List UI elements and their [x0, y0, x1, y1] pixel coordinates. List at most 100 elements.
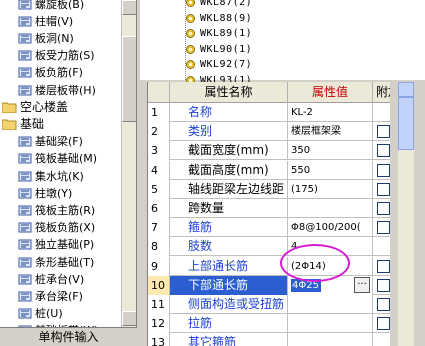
tree-item-label: 柱墩(Y)	[35, 186, 73, 200]
row-number: 6	[148, 199, 170, 218]
column-cap-icon	[18, 15, 32, 28]
member-list-item[interactable]: WKL92(7)	[185, 57, 252, 72]
scroll-down-arrow-icon[interactable]	[122, 311, 136, 326]
property-value[interactable]	[288, 199, 373, 218]
grid-row[interactable]: 7 箍筋 Φ8@100/200(	[148, 218, 390, 238]
value-editor[interactable]: 4Φ25	[291, 278, 321, 292]
row-number: 9	[148, 256, 170, 276]
tree-item-label: 板负筋(F)	[35, 66, 83, 80]
property-value[interactable]: 350	[288, 141, 373, 161]
tree-item-label: 筏板主筋(R)	[35, 203, 96, 217]
extra-checkbox[interactable]	[377, 163, 390, 177]
tree-item-label: 集水坑(K)	[35, 169, 84, 183]
tree-item[interactable]: 柱墩(Y)	[18, 184, 72, 202]
extra-checkbox[interactable]	[377, 202, 390, 215]
value-editor-text: 4Φ25	[292, 279, 319, 291]
tree-item[interactable]: 板受力筋(S)	[18, 47, 95, 65]
grid-row[interactable]: 11 侧面构造或受扭筋	[148, 295, 390, 314]
grid-row[interactable]: 8 肢数 4	[148, 237, 390, 257]
tree-item-label: 基础	[20, 116, 45, 131]
member-list-item[interactable]: WKL88(9)	[185, 11, 252, 26]
property-name: 肢数	[170, 237, 288, 257]
tree-item[interactable]: 板洞(N)	[18, 29, 74, 47]
property-value[interactable]: 550	[288, 160, 373, 180]
property-value[interactable]: (2Φ14)	[288, 256, 373, 276]
grid-row[interactable]: 13 其它箍筋	[148, 333, 390, 346]
grid-scroll-up-icon[interactable]	[398, 82, 414, 97]
tree-item[interactable]: 楼层板带(H)	[18, 81, 96, 99]
member-list-item[interactable]: WKL90(1)	[185, 42, 252, 57]
grid-scrollbar[interactable]	[398, 82, 414, 346]
single-member-input-tab[interactable]: 单构件输入	[0, 327, 137, 346]
tree-item[interactable]: 条形基础(T)	[18, 253, 94, 271]
property-name: 轴线距梁左边线距	[170, 179, 288, 199]
row-number: 3	[148, 141, 170, 161]
grid-row[interactable]: 1 名称 KL-2	[148, 103, 390, 122]
property-value[interactable]: 4	[288, 237, 373, 257]
grid-row[interactable]: 6 跨数量	[148, 199, 390, 218]
property-value[interactable]	[288, 333, 373, 346]
property-value[interactable]: Φ8@100/200(	[288, 218, 373, 238]
tree-item[interactable]: 集水坑(K)	[18, 167, 84, 185]
tree-item[interactable]: 筏板主筋(R)	[18, 201, 95, 219]
property-value[interactable]: 楼层框架梁	[288, 122, 373, 142]
property-value[interactable]	[288, 295, 373, 314]
tree-item-label: 空心楼盖	[20, 99, 69, 114]
extra-checkbox[interactable]	[377, 144, 390, 158]
member-list-item[interactable]: WKL87(2)	[185, 0, 252, 10]
tree-item[interactable]: 桩(U)	[18, 305, 63, 323]
tree-scrollbar[interactable]	[121, 0, 136, 327]
extra-checkbox[interactable]	[377, 278, 390, 292]
grid-scroll-thumb[interactable]	[398, 97, 414, 150]
property-value[interactable]: (175)	[288, 179, 373, 199]
extra-checkbox[interactable]	[377, 259, 390, 273]
property-value[interactable]: KL-2	[288, 103, 373, 122]
extra-checkbox[interactable]	[377, 125, 390, 139]
tree-item[interactable]: 桩承台(V)	[18, 270, 84, 288]
tree-item[interactable]: 螺旋板(B)	[18, 0, 84, 13]
grid-row[interactable]: 2 类别 楼层框架梁	[148, 122, 390, 142]
row-number: 7	[148, 218, 170, 238]
grid-row[interactable]: 3 截面宽度(mm) 350	[148, 141, 390, 161]
tree-item[interactable]: 筏板基础(M)	[18, 150, 97, 168]
property-name: 截面宽度(mm)	[170, 141, 288, 161]
tree-scroll-thumb[interactable]	[122, 36, 136, 122]
gear-icon	[185, 44, 196, 55]
tree-item[interactable]: 空心楼盖	[2, 98, 68, 116]
grid-row[interactable]: 10 下部通长筋 4Φ25 ···	[148, 275, 390, 295]
ellipsis-button[interactable]: ···	[354, 276, 370, 293]
grid-row[interactable]: 12 拉筋	[148, 314, 390, 334]
tree-item-label: 独立基础(P)	[35, 238, 95, 252]
raft-icon	[18, 152, 32, 165]
scroll-up-arrow-icon[interactable]	[122, 0, 136, 15]
member-name: WKL88(9)	[200, 12, 253, 24]
pile-icon	[18, 307, 32, 320]
tree-item-label: 筏板负筋(X)	[35, 221, 96, 235]
row-number: 4	[148, 160, 170, 180]
gear-icon	[185, 59, 196, 70]
extra-checkbox[interactable]	[377, 221, 390, 235]
row-number: 1	[148, 103, 170, 122]
property-grid: 属性名称 属性值 附加 1名称KL-22类别楼层框架梁3截面宽度(mm)3504…	[147, 82, 390, 346]
tree-item[interactable]: 基础梁(F)	[18, 133, 83, 151]
extra-cell	[373, 237, 390, 256]
extra-checkbox[interactable]	[377, 298, 390, 311]
property-name: 其它箍筋	[170, 333, 288, 346]
grid-row[interactable]: 9 上部通长筋 (2Φ14)	[148, 256, 390, 276]
member-list-item[interactable]: WKL89(1)	[185, 26, 252, 41]
extra-checkbox[interactable]	[377, 317, 390, 331]
grid-row[interactable]: 4 截面高度(mm) 550	[148, 160, 390, 180]
tree-item[interactable]: 筏板负筋(X)	[18, 219, 95, 237]
row-number: 8	[148, 237, 170, 257]
property-value[interactable]	[288, 314, 373, 334]
tree-item[interactable]: 柱帽(V)	[18, 12, 73, 30]
tree-item[interactable]: 独立基础(P)	[18, 236, 94, 254]
tree-item[interactable]: 板负筋(F)	[18, 64, 83, 82]
tree-item[interactable]: 承台梁(F)	[18, 287, 83, 305]
slab-hole-icon	[18, 32, 32, 45]
member-name: WKL90(1)	[200, 43, 253, 55]
tree-item[interactable]: 基础	[2, 115, 44, 133]
extra-checkbox[interactable]	[377, 182, 390, 196]
grid-row[interactable]: 5 轴线距梁左边线距 (175)	[148, 179, 390, 199]
tree-item-label: 螺旋板(B)	[35, 0, 85, 11]
